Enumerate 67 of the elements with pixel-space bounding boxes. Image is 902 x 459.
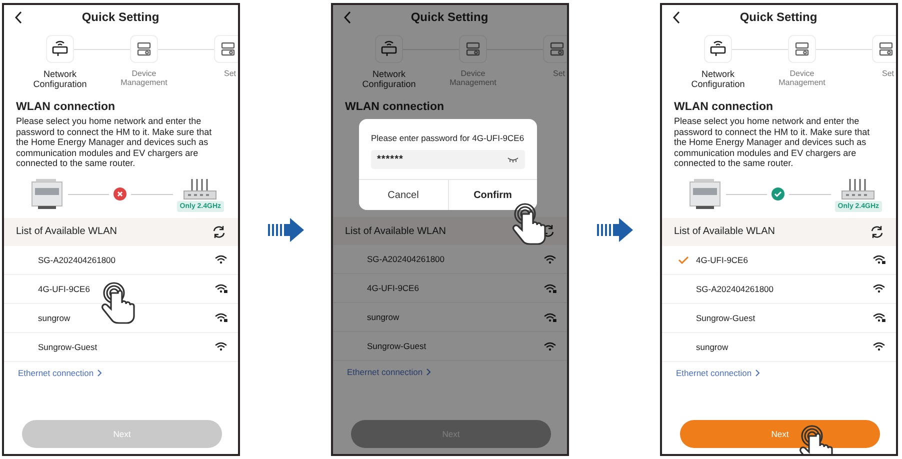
step-label[interactable]: Network Configuration — [682, 69, 754, 89]
ethernet-link[interactable]: Ethernet connection — [676, 368, 752, 378]
description-text: Please select you home network and enter the password to connect the HM to it. Make sure that the Home Energy Manager and devices such as communication modules and EV chargers are connected to the same router. — [673, 116, 871, 168]
step-label[interactable]: Device Management — [766, 69, 838, 87]
section-heading: WLAN connection — [15, 101, 116, 113]
network-name: 4G-UFI-9CE6 — [38, 284, 91, 294]
step-label[interactable]: Set — [553, 69, 566, 78]
eye-closed-icon[interactable] — [507, 156, 519, 163]
step-label[interactable]: Set — [882, 69, 894, 78]
network-item[interactable]: Sungrow-Guest — [333, 332, 567, 361]
arrow-icon — [268, 218, 304, 242]
step-label[interactable]: Network Configuration — [353, 69, 425, 89]
network-item[interactable]: sungrow — [333, 303, 567, 332]
device-icon — [130, 35, 158, 63]
network-name: Sungrow-Guest — [367, 341, 428, 351]
ethernet-link[interactable]: Ethernet connection — [18, 368, 94, 378]
network-name: SG-A202404261800 — [367, 254, 446, 264]
step-label[interactable]: Device Management — [108, 69, 180, 87]
chevron-icon[interactable] — [754, 368, 761, 376]
network-item[interactable]: SG-A202404261800 — [333, 245, 567, 274]
network-name: sungrow — [696, 342, 730, 352]
arrow-icon — [596, 218, 632, 242]
network-item[interactable]: 4G-UFI-9CE6 — [662, 246, 896, 274]
password-field[interactable]: ****** — [371, 150, 525, 169]
dialog-message: Please enter password for 4G-UFI-9CE6 — [370, 132, 526, 145]
energy-manager-drawing — [30, 178, 64, 210]
network-item[interactable]: sungrow — [662, 332, 896, 362]
refresh-icon[interactable] — [870, 224, 884, 238]
router-icon — [46, 35, 74, 63]
network-name: 4G-UFI-9CE6 — [696, 254, 749, 264]
device-icon — [788, 35, 816, 63]
network-item[interactable]: Sungrow-Guest — [662, 304, 896, 332]
list-title: List of Available WLAN — [674, 226, 775, 237]
network-item[interactable]: 4G-UFI-9CE6 — [333, 274, 567, 303]
network-name: SG-A202404261800 — [696, 284, 775, 294]
router-icon — [375, 35, 403, 63]
page-title: Quick Setting — [80, 10, 160, 24]
energy-manager-drawing — [688, 178, 722, 210]
device-icon — [459, 35, 487, 63]
section-heading: WLAN connection — [344, 101, 446, 113]
network-item[interactable]: SG-A202404261800 — [662, 274, 896, 304]
chevron-icon[interactable] — [426, 368, 432, 376]
network-item[interactable]: Sungrow-Guest — [4, 332, 238, 362]
step-label[interactable]: Device Management — [437, 69, 509, 87]
network-name: Sungrow-Guest — [38, 342, 98, 352]
list-title: List of Available WLAN — [16, 226, 117, 237]
network-name: sungrow — [367, 312, 400, 322]
network-name: SG-A202404261800 — [38, 254, 117, 264]
back-icon[interactable] — [672, 10, 681, 24]
network-name: 4G-UFI-9CE6 — [367, 283, 420, 293]
router-icon — [704, 35, 732, 63]
page-title: Quick Setting — [738, 10, 818, 24]
network-item[interactable]: SG-A202404261800 — [4, 246, 238, 274]
section-heading: WLAN connection — [673, 101, 774, 113]
step-label[interactable]: Set — [224, 69, 236, 78]
back-icon[interactable] — [14, 10, 23, 24]
list-title: List of Available WLAN — [345, 226, 446, 236]
refresh-icon[interactable] — [212, 224, 226, 238]
ethernet-link[interactable]: Ethernet connection — [347, 367, 423, 377]
step-label[interactable]: Network Configuration — [24, 69, 96, 89]
page-title: Quick Setting — [410, 10, 490, 24]
chevron-icon[interactable] — [96, 368, 103, 376]
check-icon — [678, 256, 689, 264]
network-name: sungrow — [38, 312, 72, 322]
cancel-button[interactable]: Cancel — [359, 180, 448, 210]
network-name: Sungrow-Guest — [696, 312, 756, 322]
description-text: Please select you home network and enter the password to connect the HM to it. Make sure that the Home Energy Manager and devices such as communication modules and EV chargers are connected to the same router. — [15, 116, 213, 168]
